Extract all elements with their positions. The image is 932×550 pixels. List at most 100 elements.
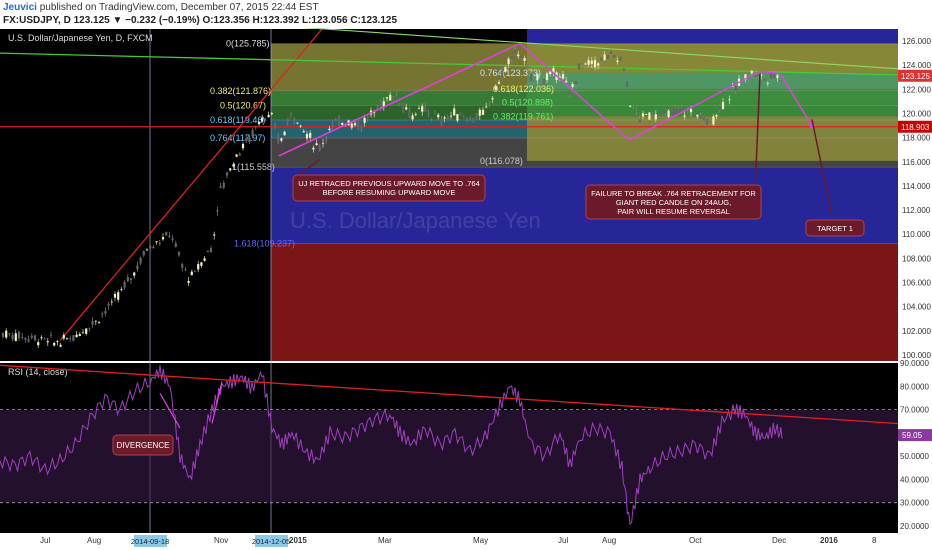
- candle-body: [648, 112, 651, 120]
- candle-body: [37, 342, 40, 346]
- candle-body: [261, 117, 264, 122]
- candle-body: [187, 280, 190, 283]
- annotation-text: FAILURE TO BREAK .764 RETRACEMENT FOR: [591, 189, 756, 198]
- candle-body: [248, 137, 251, 142]
- price-tick-label: 114.000: [902, 182, 931, 191]
- candle-body: [78, 334, 81, 336]
- candle-body: [728, 99, 731, 101]
- candle-body: [136, 265, 139, 270]
- candle-body: [56, 341, 59, 342]
- candle-body: [171, 238, 174, 240]
- candle-body: [40, 337, 43, 339]
- candle-body: [469, 116, 472, 120]
- candle-body: [360, 125, 363, 130]
- candle-body: [565, 80, 568, 83]
- candle-body: [97, 322, 101, 324]
- time-tick-label: Dec: [772, 536, 786, 545]
- chart-title: U.S. Dollar/Japanese Yen, D, FXCM: [8, 33, 153, 43]
- candle-body: [366, 117, 369, 119]
- candle-body: [200, 262, 203, 266]
- candle-body: [670, 110, 673, 116]
- candle-body: [507, 58, 510, 65]
- candle-body: [625, 81, 629, 88]
- candle-body: [523, 58, 526, 61]
- candle-body: [245, 138, 248, 142]
- candle-body: [571, 84, 574, 87]
- candle-body: [81, 332, 85, 334]
- price-tick-label: 124.000: [902, 61, 931, 70]
- candle-body: [705, 118, 709, 125]
- candle-body: [174, 243, 177, 247]
- candle-body: [318, 146, 321, 151]
- candle-body: [417, 108, 421, 110]
- candle-body: [30, 335, 33, 338]
- candle-body: [462, 116, 465, 118]
- candle-body: [251, 130, 254, 137]
- candle-body: [21, 336, 24, 338]
- candle-body: [142, 251, 145, 256]
- candle-body: [581, 67, 584, 69]
- author-link[interactable]: Jeuvici: [3, 2, 37, 13]
- candle-body: [241, 143, 245, 149]
- rsi-tick-label: 50.0000: [900, 452, 929, 461]
- chart-canvas[interactable]: U.S. Dollar/Japanese Yen 0(125.785) 0.382(…: [0, 28, 932, 550]
- candle-body: [411, 115, 414, 120]
- candle-body: [107, 303, 110, 306]
- candle-body: [385, 97, 389, 99]
- candle-body: [229, 168, 232, 171]
- candle-body: [536, 73, 539, 81]
- fib2-label: 0(116.078): [480, 156, 523, 166]
- rsi-marker-label: 59.05: [902, 431, 923, 440]
- candle-body: [577, 63, 581, 70]
- fib-label: 0.618(119.46): [210, 115, 265, 125]
- candle-body: [331, 124, 334, 127]
- candle-body: [478, 109, 481, 116]
- candle-body: [725, 101, 728, 103]
- candle-body: [5, 330, 8, 338]
- candle-body: [59, 344, 62, 347]
- candle-body: [155, 241, 158, 243]
- candle-body: [353, 123, 357, 126]
- candle-body: [718, 105, 721, 111]
- candle-body: [53, 343, 56, 346]
- candle-body: [622, 68, 625, 71]
- candle-body: [657, 118, 661, 120]
- candle-body: [616, 60, 619, 63]
- time-tick-label: May: [473, 536, 488, 545]
- fib-label: 0.764(117.97): [210, 133, 265, 143]
- candle-body: [526, 66, 529, 67]
- candle-body: [43, 338, 46, 340]
- candle-body: [593, 60, 597, 68]
- candle-body: [62, 334, 65, 339]
- candle-body: [190, 271, 193, 276]
- candle-body: [1, 333, 5, 337]
- publish-info: published on TradingView.com, December 0…: [39, 2, 319, 13]
- rsi-tick-label: 90.0000: [900, 359, 929, 368]
- candle-body: [600, 57, 603, 61]
- candle-body: [497, 82, 501, 84]
- quote-line: FX:USDJPY, D 123.125 ▼ −0.232 (−0.19%) O…: [3, 15, 398, 26]
- candle-body: [337, 117, 341, 125]
- fib2-label: 0.382(119.761): [493, 111, 553, 121]
- candle-body: [427, 112, 430, 115]
- candle-body: [145, 249, 149, 251]
- candle-body: [91, 321, 94, 325]
- candle-body: [757, 74, 760, 77]
- candle-body: [149, 245, 152, 249]
- time-tick-label: Aug: [602, 536, 616, 545]
- price-tick-label: 104.000: [902, 303, 931, 312]
- candle-body: [414, 114, 417, 116]
- annotation-text: BEFORE RESUMING UPWARD MOVE: [323, 188, 456, 197]
- candle-body: [17, 332, 21, 339]
- candle-body: [561, 74, 565, 79]
- candle-body: [177, 252, 181, 256]
- candle-body: [673, 107, 677, 115]
- candle-body: [520, 54, 523, 58]
- candle-body: [485, 106, 488, 108]
- candle-body: [632, 105, 635, 107]
- candle-body: [603, 54, 606, 61]
- candle-body: [667, 110, 670, 118]
- candle-body: [8, 333, 11, 335]
- candle-body: [161, 237, 165, 240]
- candle-body: [273, 125, 277, 128]
